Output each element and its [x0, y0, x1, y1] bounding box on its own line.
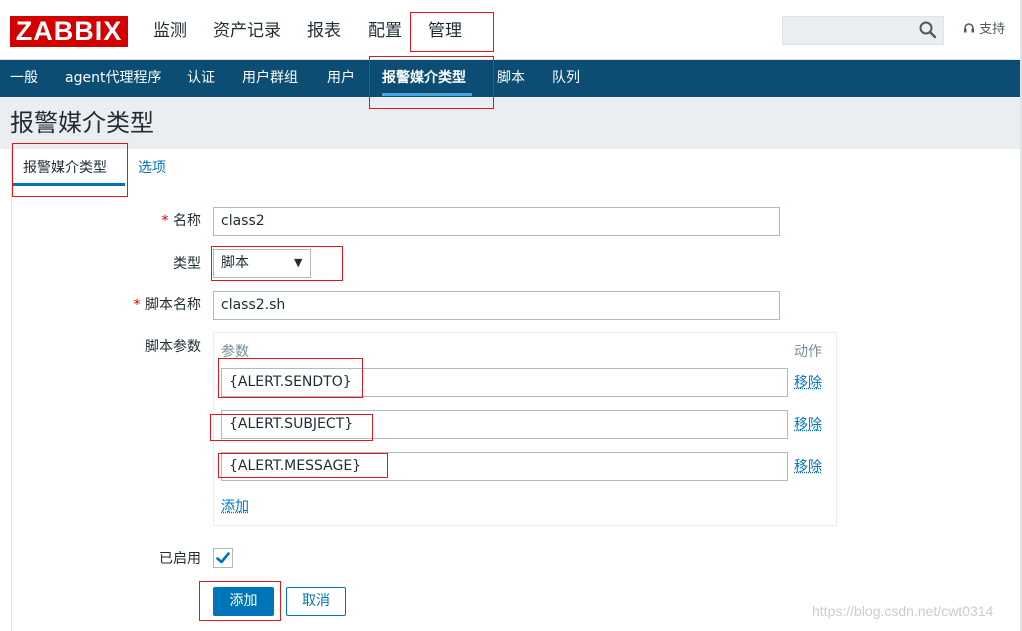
highlight-box-sendto — [218, 358, 363, 398]
search-icon[interactable] — [918, 20, 938, 40]
subnav-item-queue[interactable]: 队列 — [552, 60, 580, 97]
script-name-label-text: 脚本名称 — [145, 297, 201, 313]
add-param-button[interactable]: 添加 — [221, 496, 249, 516]
highlight-box-media-types — [369, 56, 494, 109]
subnav-item-authentication[interactable]: 认证 — [187, 60, 215, 97]
script-params-label: 脚本参数 — [145, 339, 201, 355]
subnav-item-general[interactable]: 一般 — [10, 60, 38, 97]
remove-param-button[interactable]: 移除 — [794, 458, 822, 476]
subnav-item-scripts[interactable]: 脚本 — [497, 60, 525, 97]
highlight-box-message — [218, 453, 388, 478]
subnav-item-proxies[interactable]: agent代理程序 — [65, 60, 161, 97]
subnav-item-users[interactable]: 用户 — [327, 60, 355, 97]
required-marker: * — [161, 213, 169, 229]
watermark-text: https://blog.csdn.net/cwt0314 — [812, 603, 994, 619]
cancel-button[interactable]: 取消 — [286, 587, 346, 616]
nav-monitoring[interactable]: 监测 — [153, 0, 187, 60]
remove-param-button[interactable]: 移除 — [794, 416, 822, 434]
zabbix-logo[interactable]: ZABBIX — [10, 16, 128, 47]
page-title: 报警媒介类型 — [10, 109, 154, 137]
support-link[interactable]: 支持 — [963, 21, 1005, 39]
name-field[interactable]: class2 — [213, 207, 780, 236]
highlight-box-type — [211, 246, 343, 281]
headset-icon — [963, 22, 975, 34]
support-label: 支持 — [979, 22, 1006, 37]
name-label: * 名称 — [41, 212, 201, 230]
tab-options[interactable]: 选项 — [138, 159, 166, 177]
nav-reports[interactable]: 报表 — [307, 0, 341, 60]
remove-param-button[interactable]: 移除 — [794, 374, 822, 392]
script-name-label: * 脚本名称 — [41, 296, 201, 314]
enabled-label: 已启用 — [159, 551, 201, 567]
subnav-item-user-groups[interactable]: 用户群组 — [242, 60, 298, 97]
script-name-field[interactable]: class2.sh — [213, 291, 780, 320]
action-column-header: 动作 — [794, 344, 822, 360]
checkmark-icon — [216, 552, 230, 564]
required-marker: * — [133, 297, 141, 313]
name-label-text: 名称 — [173, 213, 201, 229]
enabled-checkbox[interactable] — [213, 548, 233, 568]
highlight-box-tab — [12, 143, 128, 197]
nav-configuration[interactable]: 配置 — [368, 0, 402, 60]
highlight-box-add — [199, 581, 281, 621]
type-label: 类型 — [173, 256, 201, 272]
nav-inventory[interactable]: 资产记录 — [213, 0, 281, 60]
highlight-box-subject — [210, 414, 373, 441]
highlight-box-admin — [410, 12, 494, 52]
